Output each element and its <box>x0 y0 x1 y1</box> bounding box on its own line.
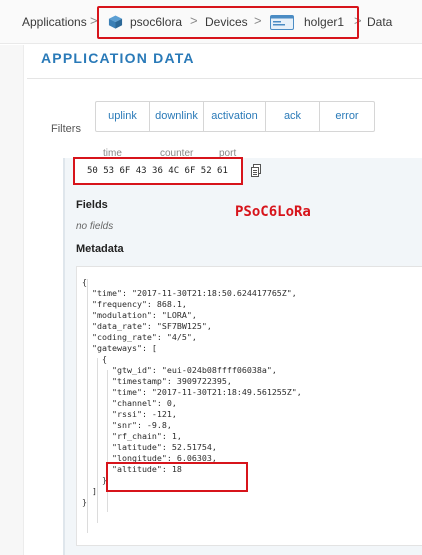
json-line: { <box>82 354 107 364</box>
location-highlight-box <box>106 462 248 492</box>
json-line: "rssi": -121, <box>82 409 177 419</box>
page-title: APPLICATION DATA <box>41 50 195 66</box>
metadata-heading: Metadata <box>76 243 124 255</box>
json-line: ] <box>82 486 97 496</box>
sidebar-strip <box>0 45 24 555</box>
filter-downlink-button[interactable]: downlink <box>150 102 204 131</box>
json-line: } <box>82 475 107 485</box>
filter-ack-button[interactable]: ack <box>266 102 320 131</box>
json-line: "snr": -9.8, <box>82 420 172 430</box>
json-line: "rf_chain": 1, <box>82 431 182 441</box>
metadata-json-block: { "time": "2017-11-30T21:18:50.624417765… <box>76 266 422 546</box>
breadcrumb-highlight-box <box>97 6 359 39</box>
breadcrumb-applications[interactable]: Applications <box>22 15 87 29</box>
filter-activation-button[interactable]: activation <box>204 102 266 131</box>
payload-hex: 50 53 6F 43 36 4C 6F 52 61 <box>87 166 228 176</box>
json-line: "coding_rate": "4/5", <box>82 332 197 342</box>
filters-label: Filters <box>51 123 81 135</box>
json-line: { <box>82 277 87 287</box>
json-line: "time": "2017-11-30T21:18:49.561255Z", <box>82 387 302 397</box>
copy-icon[interactable] <box>251 164 261 177</box>
json-line: "time": "2017-11-30T21:18:50.624417765Z"… <box>82 288 297 298</box>
title-divider <box>27 78 422 79</box>
filter-error-button[interactable]: error <box>320 102 374 131</box>
json-line: "channel": 0, <box>82 398 177 408</box>
breadcrumb-data: Data <box>367 15 393 29</box>
json-line: "frequency": 868.1, <box>82 299 187 309</box>
json-line: } <box>82 497 87 507</box>
json-line: "latitude": 52.51754, <box>82 442 217 452</box>
json-line: "gateways": [ <box>82 343 157 353</box>
json-line: "modulation": "LORA", <box>82 310 197 320</box>
filter-uplink-button[interactable]: uplink <box>96 102 150 131</box>
filter-button-group: uplink downlink activation ack error <box>95 101 375 132</box>
fields-heading: Fields <box>76 199 108 211</box>
no-fields-text: no fields <box>76 221 114 232</box>
json-line: "timestamp": 3909722395, <box>82 376 232 386</box>
json-line: "data_rate": "SF7BW125", <box>82 321 212 331</box>
payload-field: 50 53 6F 43 36 4C 6F 52 61 <box>73 157 243 185</box>
json-line: "gtw_id": "eui-024b08ffff06038a", <box>82 365 277 375</box>
annotation-label: PSoC6LoRa <box>235 204 311 220</box>
